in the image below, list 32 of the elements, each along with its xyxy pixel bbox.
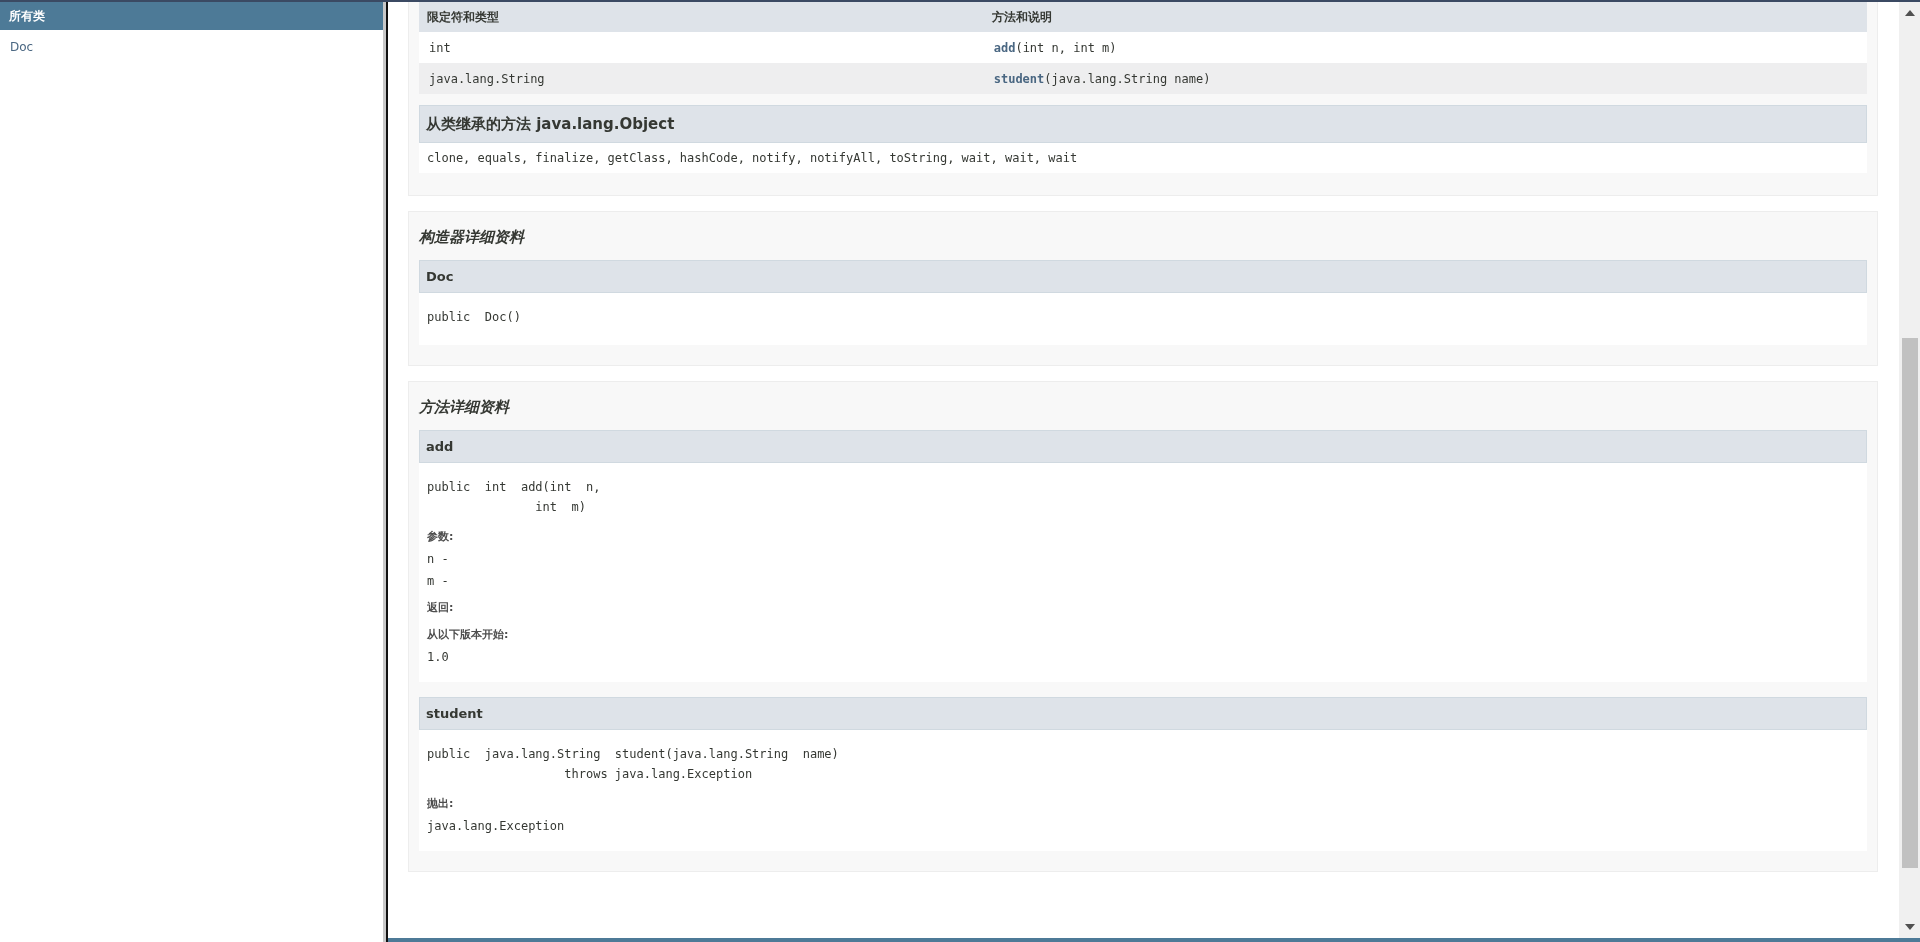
column-header: 方法和说明 [983, 2, 1867, 32]
member-signature: public int add(int n, int m) [427, 479, 601, 516]
scroll-down-icon[interactable] [1904, 924, 1915, 930]
tag-label: 参数: [427, 529, 454, 544]
method-params: (java.lang.String name) [1044, 71, 1211, 86]
tag-value: 1.0 [427, 650, 449, 664]
tag-value: java.lang.Exception [427, 819, 565, 833]
inherited-heading: 从类继承的方法 java.lang.Object [419, 105, 1867, 143]
tag-label: 抛出: [427, 796, 454, 811]
method-link[interactable]: student [993, 71, 1045, 86]
member-heading: Doc [419, 260, 1867, 293]
member-heading: student [419, 697, 1867, 730]
tag-label: 返回: [427, 600, 454, 615]
tag-value: n - [427, 552, 449, 566]
tag-label: 从以下版本开始: [427, 627, 509, 642]
tag-value: m - [427, 574, 449, 588]
table-cell: java.lang.String [419, 63, 984, 94]
section-heading: 构造器详细资料 [419, 227, 526, 248]
scrollbar-thumb[interactable] [1901, 338, 1918, 868]
member-signature: public java.lang.String student(java.lang.String name) throws java.lang.Exception [427, 746, 839, 783]
column-header: 限定符和类型 [419, 2, 984, 32]
table-cell: int [419, 32, 984, 63]
scrollbar[interactable] [1899, 2, 1920, 938]
sidebar-title: 所有类 [0, 2, 383, 30]
method-params: (int n, int m) [1015, 40, 1117, 55]
member-signature: public Doc() [427, 309, 521, 326]
method-link[interactable]: add [993, 40, 1016, 55]
section-heading: 方法详细资料 [419, 397, 511, 418]
class-link[interactable]: Doc [10, 40, 34, 54]
inherited-methods: clone, equals, finalize, getClass, hashCode, notify, notifyAll, toString, wait, wait, wait [419, 143, 1867, 173]
member-heading: add [419, 430, 1867, 463]
scroll-up-icon[interactable] [1904, 10, 1915, 16]
